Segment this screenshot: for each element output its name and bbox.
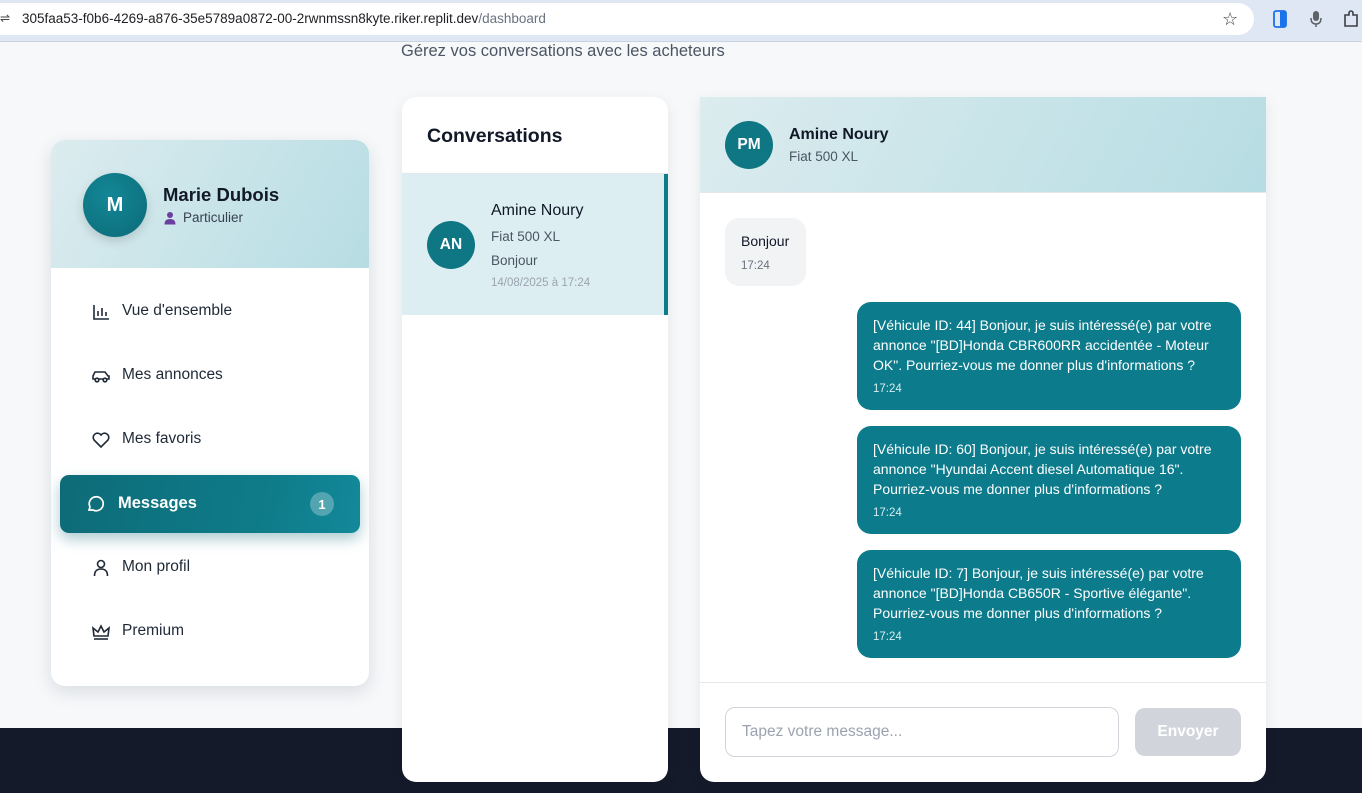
chat-header: PM Amine Noury Fiat 500 XL [700,97,1266,193]
conversations-title: Conversations [427,125,563,147]
sidebar-item-label: Mes favoris [122,430,202,447]
dashboard-sidebar: M Marie Dubois Particulier Vue d'ensembl… [51,140,369,686]
user-avatar: M [83,173,147,237]
message-text: [Véhicule ID: 7] Bonjour, je suis intére… [873,565,1204,621]
user-icon [93,559,109,577]
message-time: 17:24 [873,631,902,643]
chat-contact-name: Amine Noury [789,126,889,143]
extensions-icon[interactable] [1343,10,1359,28]
sidebar-item-label: Mon profil [122,558,191,575]
conversation-last-message: Bonjour [491,253,538,268]
outgoing-message: [Véhicule ID: 7] Bonjour, je suis intére… [857,550,1241,658]
message-time: 17:24 [873,383,902,395]
sidebar-item-premium[interactable]: Premium [60,603,360,661]
conversation-date: 14/08/2025 à 17:24 [491,277,591,289]
bookmark-star-icon[interactable]: ☆ [1222,9,1238,30]
sidebar-item-profile[interactable]: Mon profil [60,539,360,597]
sidebar-item-messages[interactable]: Messages 1 [60,475,360,533]
divider [700,682,1266,683]
conversation-name: Amine Noury [491,202,584,219]
sidebar-item-listings[interactable]: Mes annonces [60,347,360,405]
message-text: Bonjour [741,233,790,249]
conversations-panel: Conversations AN Amine Noury Fiat 500 XL… [402,97,668,782]
message-text: [Véhicule ID: 60] Bonjour, je suis intér… [873,441,1212,497]
message-time: 17:24 [741,260,770,272]
outgoing-message: [Véhicule ID: 44] Bonjour, je suis intér… [857,302,1241,410]
unread-badge: 1 [310,492,334,516]
url-path: /dashboard [478,11,546,26]
chat-panel: PM Amine Noury Fiat 500 XL Bonjour 17:24… [700,97,1266,782]
heart-icon [92,432,110,449]
user-card: M Marie Dubois Particulier [51,140,369,268]
bar-chart-icon [93,305,109,320]
address-bar[interactable]: ⇌ 305faa53-f0b6-4269-a876-35e5789a0872-0… [0,3,1254,35]
crown-icon [91,624,111,640]
conversation-avatar: AN [427,221,475,269]
sidebar-item-label: Vue d'ensemble [122,302,233,319]
sidebar-item-label: Messages [118,494,197,512]
message-input[interactable] [725,707,1119,757]
car-icon [92,371,110,383]
url-host: 305faa53-f0b6-4269-a876-35e5789a0872-00-… [22,11,479,26]
chat-vehicle: Fiat 500 XL [789,149,859,164]
user-role-label: Particulier [183,210,244,225]
sidebar-item-favorites[interactable]: Mes favoris [60,411,360,469]
sidebar-item-overview[interactable]: Vue d'ensemble [60,283,360,341]
outgoing-message: [Véhicule ID: 60] Bonjour, je suis intér… [857,426,1241,534]
url-text[interactable]: 305faa53-f0b6-4269-a876-35e5789a0872-00-… [22,11,546,26]
page-subtitle: Gérez vos conversations avec les acheteu… [401,42,725,60]
microphone-icon[interactable] [1308,10,1324,28]
conversation-item[interactable]: AN Amine Noury Fiat 500 XL Bonjour 14/08… [402,174,668,315]
reading-mode-icon[interactable] [1272,10,1288,28]
sidebar-item-label: Mes annonces [122,366,223,383]
message-time: 17:24 [873,507,902,519]
browser-toolbar: ⇌ 305faa53-f0b6-4269-a876-35e5789a0872-0… [0,0,1362,42]
user-role: Particulier [163,210,243,225]
sidebar-item-label: Premium [122,622,185,639]
site-info-icon[interactable]: ⇌ [0,11,10,27]
chat-avatar: PM [725,121,773,169]
message-icon [87,496,104,512]
conversation-vehicle: Fiat 500 XL [491,229,561,244]
incoming-message: Bonjour 17:24 [725,218,806,286]
person-icon [164,211,176,224]
user-name: Marie Dubois [163,184,280,205]
send-button[interactable]: Envoyer [1135,708,1241,756]
message-text: [Véhicule ID: 44] Bonjour, je suis intér… [873,317,1212,373]
